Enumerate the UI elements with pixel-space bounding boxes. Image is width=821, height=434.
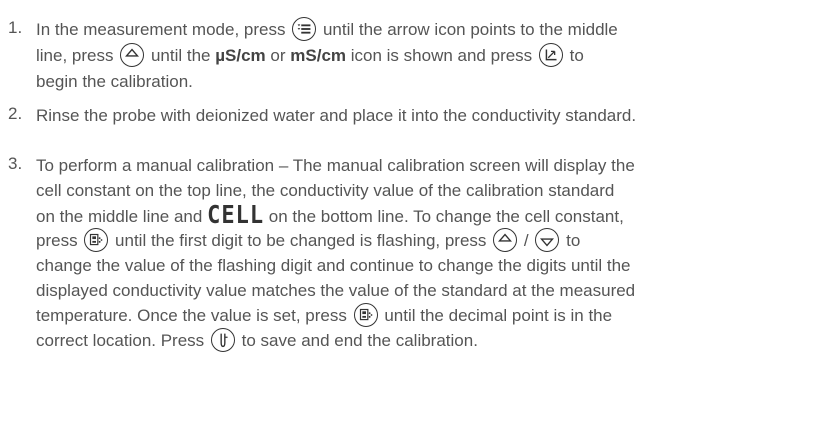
text: To perform a manual calibration – The ma… xyxy=(36,156,635,175)
step-number: 3. xyxy=(8,154,23,173)
text: on the middle line and xyxy=(36,207,203,226)
probe-enter-icon xyxy=(210,327,235,352)
step-3-line-7: temperature. Once the value is set, pres… xyxy=(36,302,613,330)
step-3-line-8: correct location. Press to save and end … xyxy=(36,327,478,355)
text: displayed conductivity value matches the… xyxy=(36,281,636,300)
unit-label: µS/cm xyxy=(215,46,266,65)
text: In the measurement mode, press xyxy=(36,20,286,39)
text: until the decimal point is in the xyxy=(384,306,613,325)
step-3-line-4: press until the first digit to be change… xyxy=(36,227,581,255)
text: temperature. Once the value is set, pres… xyxy=(36,306,347,325)
text: change the value of the flashing digit a… xyxy=(36,256,631,275)
step-number: 2. xyxy=(8,104,23,123)
text: on the bottom line. To change the cell c… xyxy=(268,207,624,226)
unit-label: mS/cm xyxy=(290,46,347,65)
text: to xyxy=(566,231,581,250)
step-3-line-6: displayed conductivity value matches the… xyxy=(36,279,635,305)
text: to xyxy=(569,46,584,65)
text: icon is shown and press xyxy=(350,46,533,65)
step-1-line-2: line, press until the µS/cm or mS/cm ico… xyxy=(36,42,584,70)
text: until the xyxy=(150,46,211,65)
text: begin the calibration. xyxy=(36,72,193,91)
down-arrow-icon xyxy=(535,227,560,252)
step-1-line-1: In the measurement mode, press until the… xyxy=(36,16,618,44)
step-3-line-1: To perform a manual calibration – The ma… xyxy=(36,154,635,180)
step-2-line-1: Rinse the probe with deionized water and… xyxy=(36,104,636,130)
text: line, press xyxy=(36,46,114,65)
text: until the first digit to be changed is f… xyxy=(115,231,487,250)
step-1-line-3: begin the calibration. xyxy=(36,70,193,96)
instruction-document: 1. In the measurement mode, press until … xyxy=(0,0,821,434)
text: cell constant on the top line, the condu… xyxy=(36,181,615,200)
step-3-line-5: change the value of the flashing digit a… xyxy=(36,254,631,280)
text: until the arrow icon points to the middl… xyxy=(322,20,618,39)
step-number: 1. xyxy=(8,18,23,37)
up-arrow-icon xyxy=(120,42,145,67)
separator-text: / xyxy=(523,231,529,250)
text: press xyxy=(36,231,78,250)
text: correct location. Press xyxy=(36,331,205,350)
calibrate-icon xyxy=(538,42,563,67)
step-3-line-2: cell constant on the top line, the condu… xyxy=(36,179,614,205)
up-arrow-icon xyxy=(493,227,518,252)
text: to save and end the calibration. xyxy=(241,331,478,350)
cell-display-text: CELL xyxy=(207,201,265,230)
digit-select-icon xyxy=(84,227,109,252)
mode-menu-icon xyxy=(292,16,317,41)
text: or xyxy=(270,46,286,65)
text: Rinse the probe with deionized water and… xyxy=(36,106,637,125)
digit-select-icon xyxy=(353,302,378,327)
step-3-line-3: on the middle line and CELL on the botto… xyxy=(36,201,624,230)
